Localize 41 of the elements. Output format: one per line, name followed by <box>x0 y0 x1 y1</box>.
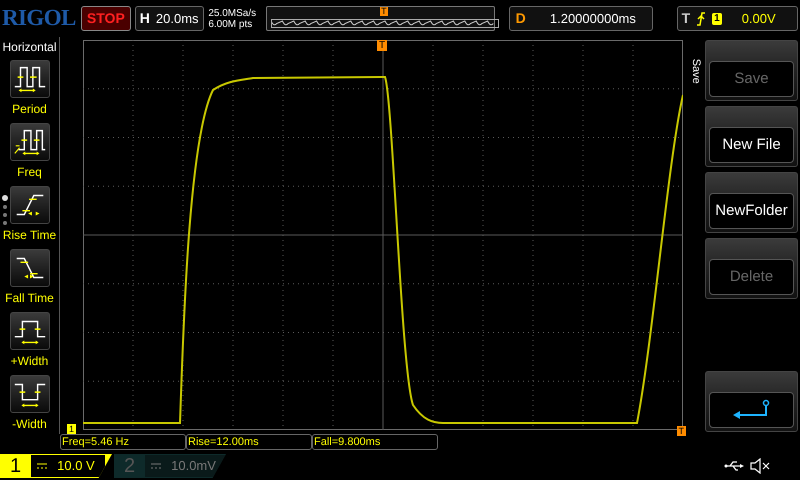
measurement-readout: Fall=9.800ms <box>312 434 438 450</box>
softkey-button[interactable]: NewFolder <box>709 193 794 229</box>
softkey-button[interactable]: New File <box>709 127 794 163</box>
measure-label: Period <box>12 101 47 118</box>
return-button[interactable] <box>709 392 794 428</box>
channel-tab[interactable]: 2 10.0mV <box>114 454 226 478</box>
measure-button[interactable] <box>10 123 50 161</box>
usb-icon <box>724 461 744 471</box>
measure-label: Rise Time <box>2 227 56 244</box>
measure-button[interactable] <box>10 375 50 413</box>
trigger-level-marker: T <box>676 426 686 436</box>
return-arrow-icon <box>732 399 772 421</box>
brand-logo: RIGOL <box>2 4 77 32</box>
menu-title: Save <box>688 58 703 84</box>
dc-coupling-icon <box>37 463 48 469</box>
measure-label: Freq <box>17 164 42 181</box>
trigger-level: 0.00V <box>742 10 776 28</box>
channel-tab[interactable]: 1 10.0 V <box>0 454 112 478</box>
timebase-display: H 20.0ms <box>134 6 204 31</box>
channel-marker: 1 <box>67 424 76 434</box>
measure-button[interactable] <box>10 60 50 98</box>
run-status[interactable]: STOP <box>80 6 131 31</box>
measure-button[interactable] <box>10 186 50 224</box>
measurement-readout: Rise=12.00ms <box>186 434 312 450</box>
dc-coupling-icon <box>151 463 162 469</box>
muted-speaker-icon <box>750 458 770 474</box>
rising-edge-icon <box>696 12 706 26</box>
memory-depth: 6.00M pts <box>208 18 254 30</box>
measure-label: Fall Time <box>5 290 54 307</box>
measurement-readout: Freq=5.46 Hz <box>60 434 186 450</box>
trigger-source: 1 <box>712 12 722 24</box>
trigger-position-marker: T <box>377 40 388 51</box>
trigger-display: T 1 0.00V <box>676 6 798 31</box>
delay-display: D 1.20000000ms <box>508 6 654 31</box>
measure-button[interactable] <box>10 312 50 350</box>
measure-label: +Width <box>10 353 48 370</box>
sample-rate: 25.0MSa/s <box>208 8 258 18</box>
measure-button[interactable] <box>10 249 50 287</box>
menu-title: Horizontal <box>2 39 57 56</box>
measure-label: -Width <box>12 416 47 433</box>
trigger-position-marker: T <box>380 7 388 16</box>
